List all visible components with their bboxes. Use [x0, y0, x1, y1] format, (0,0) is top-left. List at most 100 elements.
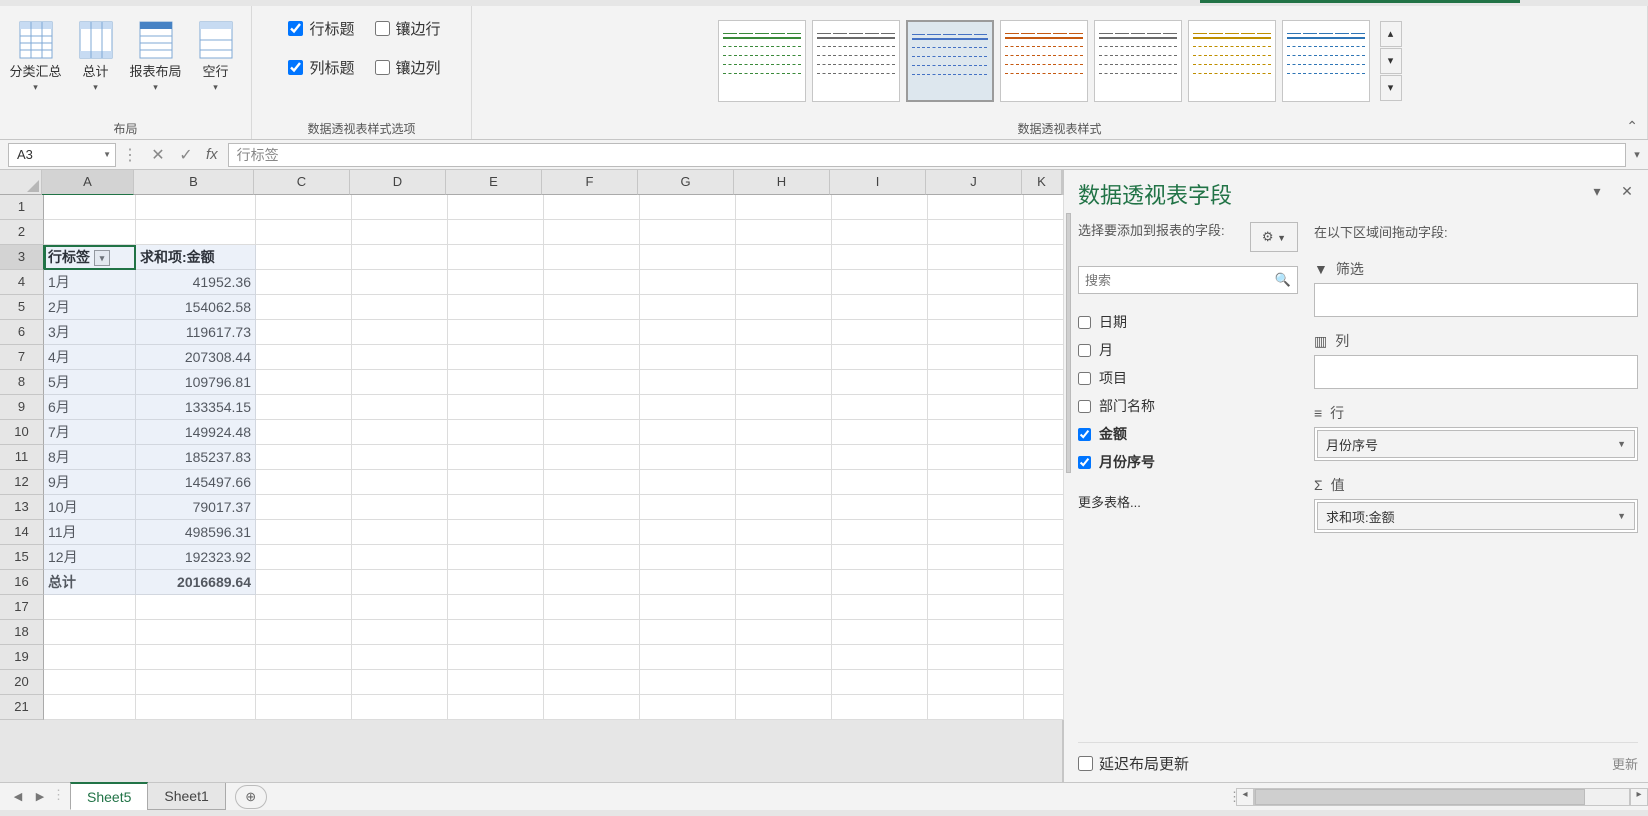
cell[interactable] — [448, 245, 544, 270]
gear-button[interactable]: ⚙ ▼ — [1250, 222, 1298, 252]
gallery-expand[interactable]: ▾ — [1380, 75, 1402, 101]
cell[interactable] — [928, 395, 1024, 420]
cell[interactable] — [256, 345, 352, 370]
cell[interactable] — [352, 620, 448, 645]
cell[interactable] — [352, 695, 448, 720]
cell[interactable]: 行标签▾ — [44, 245, 136, 270]
cell[interactable] — [832, 345, 928, 370]
cell[interactable] — [544, 495, 640, 520]
cell[interactable] — [352, 270, 448, 295]
cell[interactable] — [736, 195, 832, 220]
cell[interactable]: 2月 — [44, 295, 136, 320]
cell[interactable] — [256, 545, 352, 570]
cell[interactable] — [1024, 195, 1064, 220]
cell[interactable] — [352, 370, 448, 395]
cell[interactable] — [1024, 495, 1064, 520]
cell[interactable] — [640, 220, 736, 245]
field-item[interactable]: 日期 — [1078, 312, 1298, 332]
subtotals-button[interactable]: 分类汇总 ▾ — [9, 12, 63, 106]
cell[interactable]: 79017.37 — [136, 495, 256, 520]
cell[interactable] — [544, 595, 640, 620]
cell[interactable]: 9月 — [44, 470, 136, 495]
banded-rows-checkbox[interactable]: 镶边行 — [375, 18, 441, 39]
cell[interactable] — [640, 420, 736, 445]
cell[interactable]: 求和项:金额 — [136, 245, 256, 270]
cell[interactable] — [136, 595, 256, 620]
column-header[interactable]: I — [830, 170, 926, 195]
column-header[interactable]: A — [42, 170, 134, 195]
pivotstyle-thumb[interactable] — [812, 20, 900, 102]
cell[interactable] — [928, 595, 1024, 620]
cell[interactable] — [256, 570, 352, 595]
cell[interactable]: 7月 — [44, 420, 136, 445]
cell[interactable] — [544, 420, 640, 445]
column-header[interactable]: D — [350, 170, 446, 195]
cell[interactable] — [448, 570, 544, 595]
cell[interactable]: 185237.83 — [136, 445, 256, 470]
cell[interactable]: 1月 — [44, 270, 136, 295]
pivotstyle-thumb-selected[interactable] — [906, 20, 994, 102]
cell[interactable] — [448, 270, 544, 295]
column-header[interactable]: C — [254, 170, 350, 195]
column-header[interactable]: H — [734, 170, 830, 195]
cell[interactable] — [352, 320, 448, 345]
cell[interactable] — [832, 195, 928, 220]
cell[interactable] — [256, 670, 352, 695]
cell[interactable] — [1024, 470, 1064, 495]
cell[interactable]: 5月 — [44, 370, 136, 395]
cell[interactable] — [448, 345, 544, 370]
cell[interactable] — [136, 195, 256, 220]
cell[interactable]: 207308.44 — [136, 345, 256, 370]
cell[interactable] — [928, 270, 1024, 295]
cell[interactable] — [256, 420, 352, 445]
cell[interactable] — [928, 495, 1024, 520]
cell[interactable] — [256, 445, 352, 470]
formula-bar-expand[interactable]: ▾ — [1626, 148, 1648, 161]
cell[interactable] — [448, 695, 544, 720]
cell[interactable] — [352, 595, 448, 620]
cell[interactable] — [256, 245, 352, 270]
cell[interactable] — [448, 620, 544, 645]
cell[interactable] — [832, 695, 928, 720]
cell[interactable] — [1024, 520, 1064, 545]
cell[interactable] — [640, 570, 736, 595]
cell[interactable] — [44, 620, 136, 645]
cell[interactable] — [256, 495, 352, 520]
row-header[interactable]: 10 — [0, 420, 44, 445]
cell[interactable]: 2016689.64 — [136, 570, 256, 595]
cell[interactable] — [736, 220, 832, 245]
pivotstyle-thumb[interactable] — [1282, 20, 1370, 102]
cell[interactable] — [544, 195, 640, 220]
field-item[interactable]: 项目 — [1078, 368, 1298, 388]
cell[interactable] — [1024, 320, 1064, 345]
cell[interactable] — [352, 195, 448, 220]
cell[interactable]: 8月 — [44, 445, 136, 470]
cell[interactable] — [640, 670, 736, 695]
pivot-filter-button[interactable]: ▾ — [94, 250, 110, 266]
cell[interactable]: 192323.92 — [136, 545, 256, 570]
reportlayout-button[interactable]: 报表布局 ▾ — [129, 12, 183, 106]
grandtotals-button[interactable]: 总计 ▾ — [69, 12, 123, 106]
cell[interactable] — [544, 245, 640, 270]
scroll-thumb[interactable] — [1066, 213, 1071, 473]
cell[interactable] — [640, 270, 736, 295]
cell[interactable] — [640, 695, 736, 720]
cell[interactable] — [640, 495, 736, 520]
cell[interactable] — [832, 295, 928, 320]
column-header[interactable]: B — [134, 170, 254, 195]
cell[interactable] — [448, 195, 544, 220]
cell[interactable]: 6月 — [44, 395, 136, 420]
cell[interactable] — [352, 645, 448, 670]
column-header[interactable]: F — [542, 170, 638, 195]
cell[interactable] — [448, 220, 544, 245]
cell[interactable] — [448, 670, 544, 695]
pane-close-button[interactable]: ✕ — [1616, 183, 1638, 205]
cell[interactable] — [736, 445, 832, 470]
cell[interactable]: 4月 — [44, 345, 136, 370]
cell[interactable] — [544, 645, 640, 670]
cell[interactable] — [448, 470, 544, 495]
pivotstyle-thumb[interactable] — [1094, 20, 1182, 102]
columns-area-well[interactable] — [1314, 355, 1638, 389]
cell[interactable] — [352, 670, 448, 695]
cell[interactable] — [928, 470, 1024, 495]
